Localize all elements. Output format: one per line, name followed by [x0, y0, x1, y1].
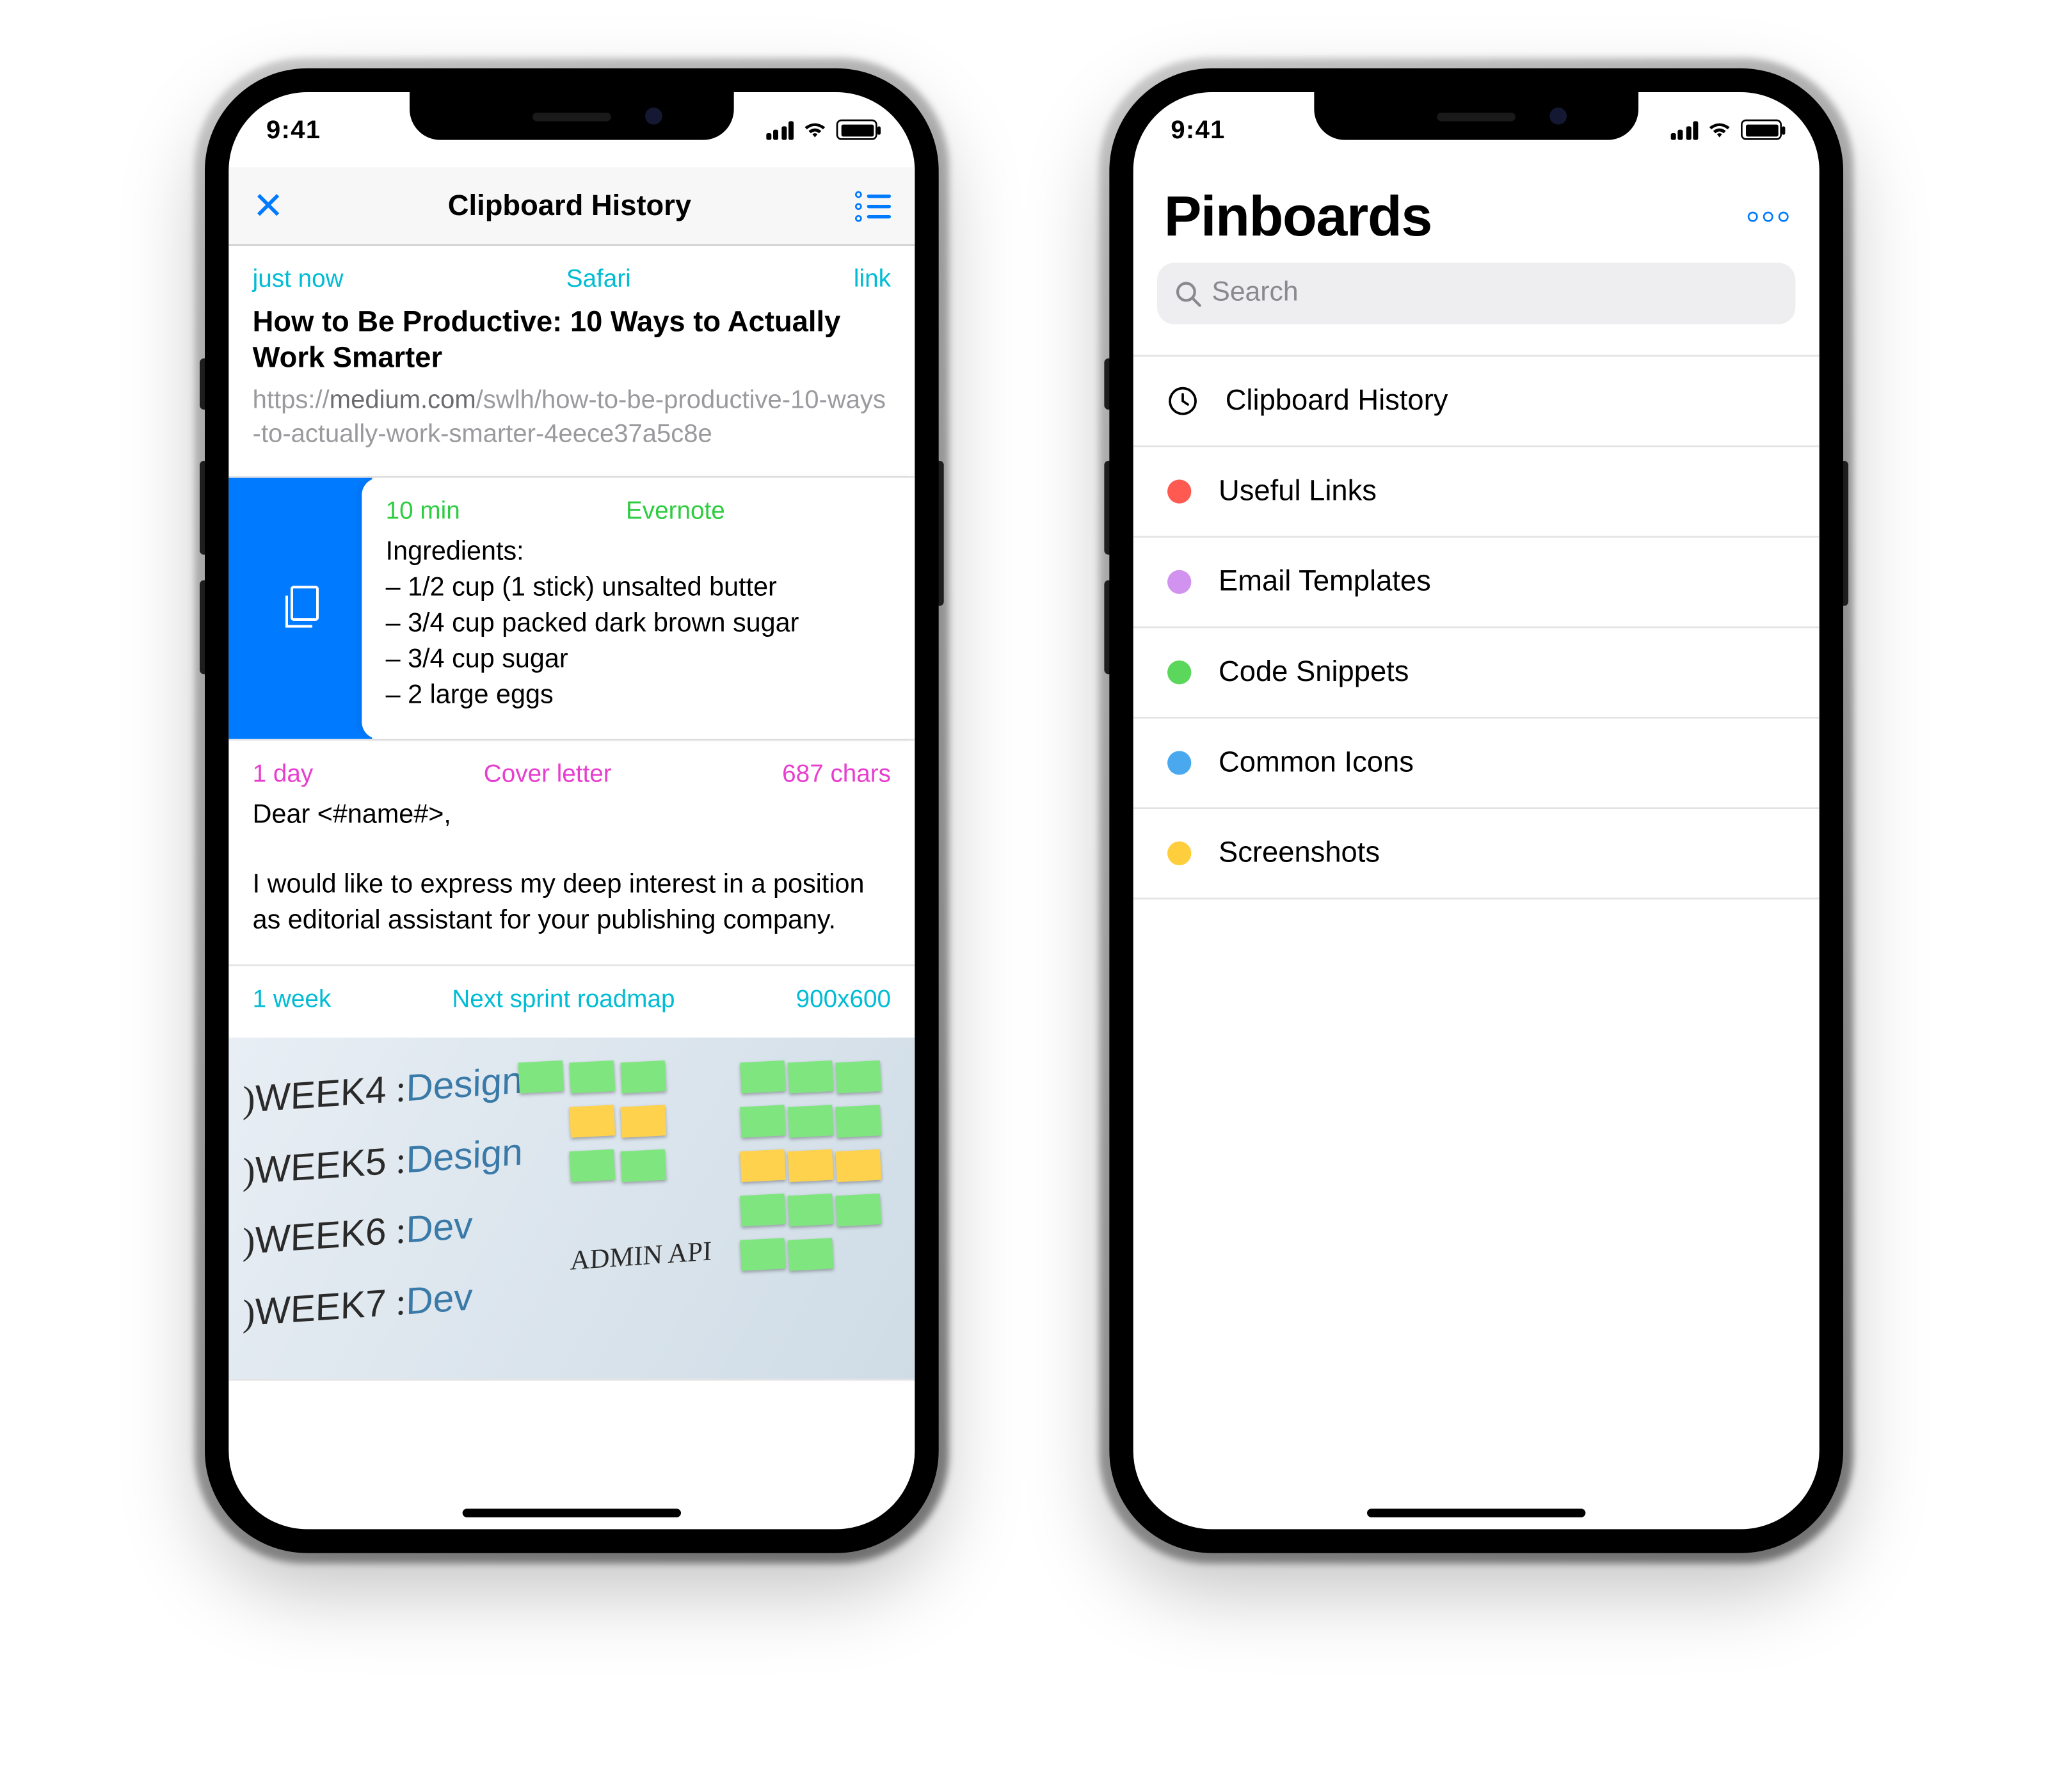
battery-icon [1741, 120, 1782, 140]
pinboard-label: Email Templates [1219, 565, 1431, 599]
status-time: 9:41 [266, 115, 321, 144]
clip-meta: 1 week Next sprint roadmap 900x600 [228, 987, 915, 1028]
pinboard-label: Screenshots [1219, 836, 1380, 870]
clip-url: https://medium.com/swlh/how-to-be-produc… [253, 383, 891, 452]
pinboard-row-history[interactable]: Clipboard History [1133, 355, 1820, 447]
search-input[interactable]: Search [1157, 263, 1795, 324]
page-title: Pinboards [1164, 184, 1432, 249]
color-dot-icon [1167, 570, 1191, 594]
pinboard-row[interactable]: Email Templates [1133, 538, 1820, 628]
copy-icon [278, 582, 323, 634]
color-dot-icon [1167, 751, 1191, 774]
header: Pinboards [1133, 167, 1820, 262]
pinboard-list: Clipboard History Useful Links Email Tem… [1133, 355, 1820, 900]
pinboard-label: Common Icons [1219, 746, 1414, 780]
clip-meta: 10 min Evernote [386, 499, 891, 526]
color-dot-icon [1167, 479, 1191, 503]
clock-icon [1167, 386, 1198, 417]
clip-item-link[interactable]: just now Safari link How to Be Productiv… [228, 246, 915, 478]
pinboard-label: Useful Links [1219, 474, 1377, 508]
status-icons [765, 120, 877, 140]
phone-left: 9:41 ✕ Clipboard History just [205, 68, 939, 1553]
pinboard-row[interactable]: Useful Links [1133, 447, 1820, 538]
clip-meta: 1 day Cover letter 687 chars [253, 760, 891, 788]
pinboard-row[interactable]: Code Snippets [1133, 628, 1820, 718]
clipboard-list[interactable]: just now Safari link How to Be Productiv… [228, 246, 915, 1529]
nav-bar: ✕ Clipboard History [228, 167, 915, 246]
pinboard-row[interactable]: Common Icons [1133, 719, 1820, 809]
clip-item-text[interactable]: 1 day Cover letter 687 chars Dear <#name… [228, 740, 915, 966]
wifi-icon [802, 120, 828, 140]
pinboard-row[interactable]: Screenshots [1133, 809, 1820, 899]
cellular-signal-icon [765, 120, 794, 139]
clip-meta: just now Safari link [253, 266, 891, 294]
phone-right: 9:41 Pinboards Search [1109, 68, 1843, 1553]
pinboard-label: Code Snippets [1219, 655, 1409, 689]
search-icon [1174, 280, 1202, 307]
clip-item-image[interactable]: 1 week Next sprint roadmap 900x600 )WEEK… [228, 966, 915, 1381]
cellular-signal-icon [1670, 120, 1698, 139]
notch [410, 92, 734, 140]
clip-item-text-swiped[interactable]: 10 min Evernote Ingredients: – 1/2 cup (… [228, 478, 915, 740]
status-icons [1670, 120, 1782, 140]
clip-body: Dear <#name#>, I would like to express m… [253, 798, 891, 941]
close-button[interactable]: ✕ [253, 184, 284, 228]
more-options-button[interactable] [1748, 212, 1789, 222]
clip-image-preview: )WEEK4 :Design )WEEK5 :Design )WEEK6 :De… [228, 1038, 915, 1379]
color-dot-icon [1167, 842, 1191, 865]
home-indicator[interactable] [1367, 1508, 1585, 1517]
pinboard-label: Clipboard History [1226, 384, 1448, 418]
notch [1314, 92, 1638, 140]
battery-icon [836, 120, 877, 140]
clip-title: How to Be Productive: 10 Ways to Actuall… [253, 304, 891, 376]
wifi-icon [1707, 120, 1732, 140]
color-dot-icon [1167, 660, 1191, 684]
nav-title: Clipboard History [448, 189, 691, 223]
search-placeholder: Search [1212, 278, 1298, 309]
copy-action-button[interactable] [228, 478, 372, 739]
clip-body: Ingredients: – 1/2 cup (1 stick) unsalte… [386, 536, 891, 714]
view-options-button[interactable] [855, 190, 891, 221]
status-time: 9:41 [1171, 115, 1225, 144]
home-indicator[interactable] [463, 1508, 681, 1517]
